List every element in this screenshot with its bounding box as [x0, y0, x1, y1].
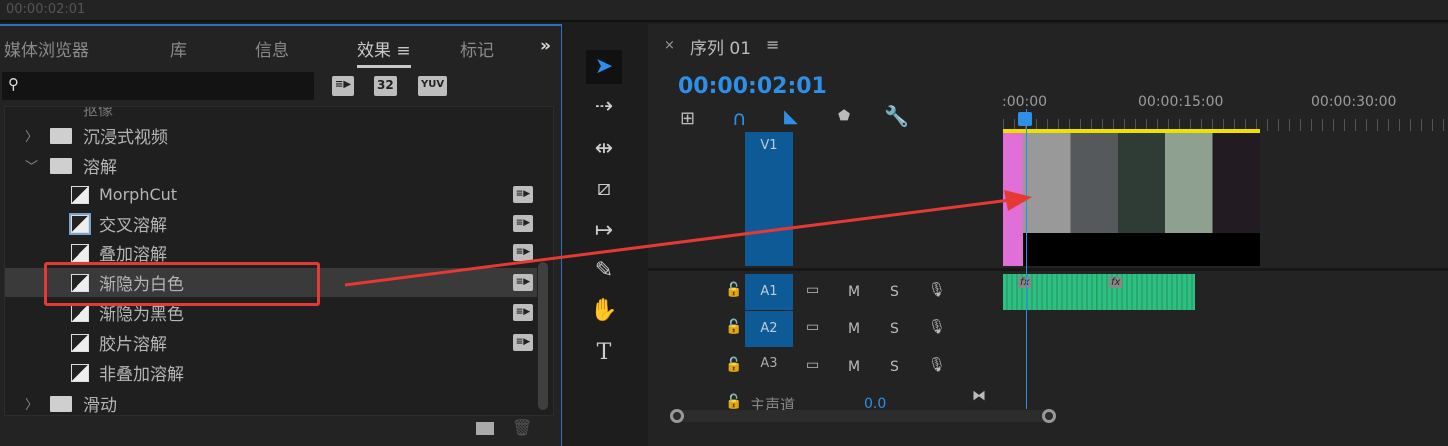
annotation-arrow: [344, 190, 1032, 287]
